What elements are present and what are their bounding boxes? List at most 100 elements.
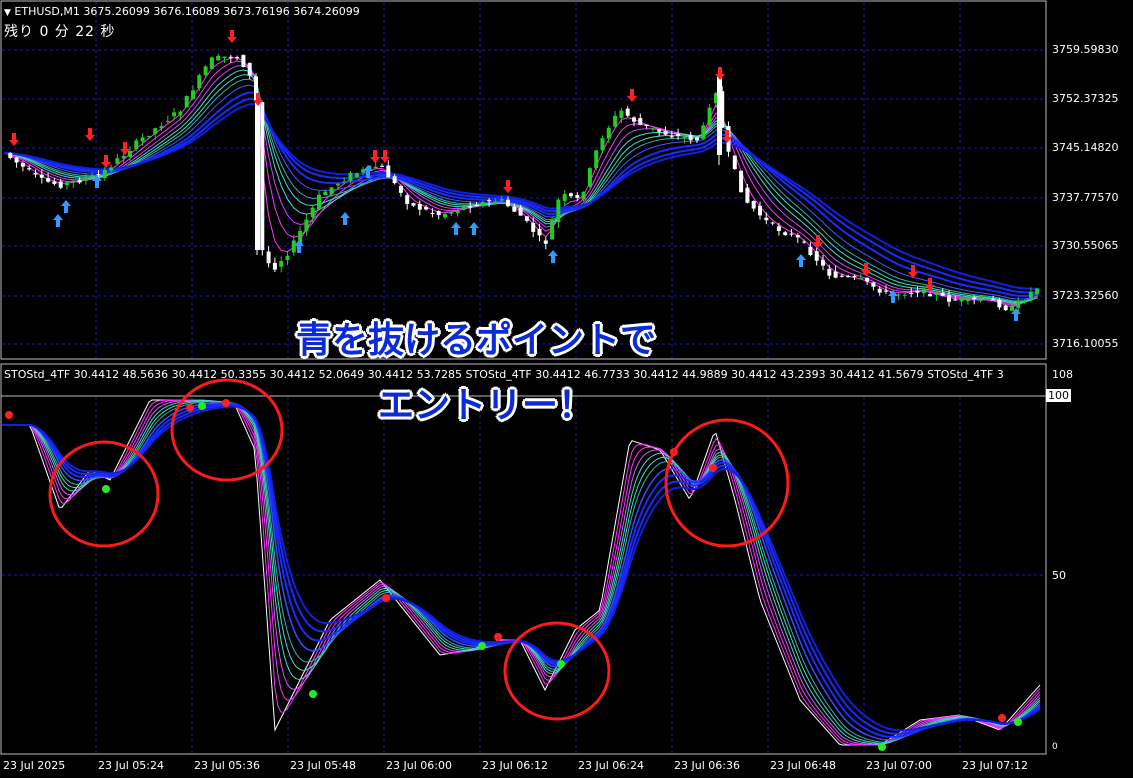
candle-body: [707, 107, 712, 125]
candle-body: [921, 288, 926, 294]
candle-body: [1016, 300, 1021, 308]
sell-arrow-icon: [503, 180, 513, 193]
stochastic-line: [2, 399, 1041, 746]
candle-body: [531, 222, 536, 232]
price-pane-frame: [0, 0, 1047, 360]
candle-body: [695, 137, 699, 141]
candle-body: [758, 205, 762, 216]
buy-signal-dot: [102, 485, 110, 493]
candle-body: [115, 158, 120, 164]
stochastic-line: [2, 404, 1041, 735]
indicator-axis-100: 100: [1046, 389, 1071, 402]
candle-body: [537, 228, 542, 236]
candle-body: [569, 193, 573, 197]
candle-body: [934, 294, 939, 296]
buy-arrow-icon: [548, 250, 558, 263]
candle-body: [499, 199, 504, 201]
candle-body: [575, 195, 580, 198]
price-axis-label: 3737.77570: [1052, 191, 1119, 204]
buy-signal-dot: [557, 660, 565, 668]
candle-body: [279, 260, 284, 267]
candle-body: [96, 174, 101, 176]
candle-body: [928, 294, 933, 297]
candle-body: [83, 177, 88, 181]
candle-body: [209, 57, 214, 70]
candle-body: [663, 130, 668, 135]
sell-signal-dot: [5, 411, 13, 419]
candle-body: [581, 191, 586, 200]
candle-body: [1022, 300, 1027, 303]
candle-body: [373, 166, 378, 169]
candle-body: [487, 200, 492, 202]
candle-body: [669, 136, 674, 138]
candle-body: [776, 226, 781, 232]
buy-signal-dot: [309, 690, 317, 698]
candle-body: [493, 201, 498, 204]
buy-signal-dot: [478, 642, 486, 650]
candle-body: [424, 206, 429, 210]
candle-body: [915, 290, 920, 293]
candle-body: [865, 277, 870, 282]
candle-body: [430, 212, 435, 214]
candle-body: [184, 96, 189, 108]
candle-body: [972, 297, 977, 299]
sell-signal-dot: [382, 594, 390, 602]
candle-body: [739, 170, 744, 193]
candle-body: [348, 172, 353, 181]
time-axis-label: 23 Jul 06:24: [578, 759, 644, 772]
buy-signal-dot: [878, 743, 886, 751]
candle-body: [833, 271, 838, 278]
candle-body: [235, 57, 240, 59]
candle-body: [644, 124, 649, 126]
candle-body: [354, 173, 359, 178]
candle-body: [65, 182, 69, 186]
candle-body: [940, 293, 945, 296]
candle-body: [197, 75, 202, 89]
candle-body: [871, 282, 876, 287]
candle-body: [745, 187, 750, 203]
candle-body: [902, 294, 907, 296]
sell-arrow-icon: [85, 128, 95, 141]
candle-body: [650, 128, 655, 130]
candle-body: [77, 180, 82, 183]
candle-body: [587, 168, 592, 187]
candle-body: [947, 295, 951, 302]
candle-body: [619, 110, 624, 119]
candle-body: [543, 240, 548, 244]
stochastic-line: [2, 405, 1041, 732]
candle-body: [506, 199, 510, 207]
price-axis-label: 3716.10055: [1052, 337, 1119, 350]
candle-body: [386, 165, 391, 178]
candle-body: [109, 167, 114, 171]
candle-body: [1035, 288, 1040, 295]
time-axis-label: 23 Jul 06:12: [482, 759, 548, 772]
sell-arrow-icon: [101, 155, 111, 168]
candle-body: [285, 255, 290, 261]
candle-body: [8, 152, 13, 159]
candle-body: [216, 55, 221, 61]
candle-body: [46, 178, 51, 182]
candle-body: [638, 118, 643, 125]
candle-body: [965, 297, 970, 302]
candle-body: [203, 66, 208, 76]
candle-body: [134, 140, 139, 150]
symbol-header: ▼ ETHUSD,M1 3675.26099 3676.16089 3673.7…: [4, 5, 360, 18]
candle-body: [978, 300, 983, 302]
candle-body: [953, 299, 958, 301]
buy-arrow-icon: [340, 212, 350, 225]
candle-body: [228, 56, 233, 58]
candle-body: [846, 276, 851, 278]
time-axis-label: 23 Jul 06:48: [770, 759, 836, 772]
candle-body: [613, 115, 618, 127]
candle-body: [518, 207, 523, 216]
stochastic-line: [2, 403, 1041, 738]
candle-body: [52, 181, 57, 184]
time-axis-label: 23 Jul 2025: [3, 759, 66, 772]
price-axis-label: 3723.32560: [1052, 289, 1119, 302]
stochastic-line: [2, 399, 1041, 745]
buy-signal-dot: [1014, 718, 1022, 726]
candle-body: [159, 126, 164, 129]
time-axis-label: 23 Jul 07:00: [866, 759, 932, 772]
candle-body: [732, 155, 737, 169]
candle-body: [71, 180, 76, 183]
